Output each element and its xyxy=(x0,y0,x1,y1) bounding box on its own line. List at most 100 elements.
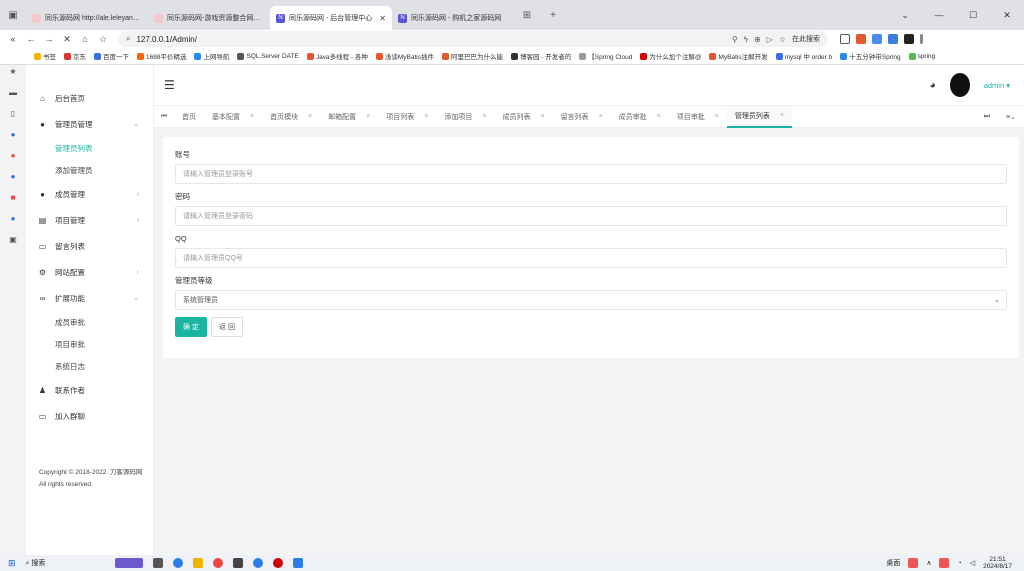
admin-level-select[interactable]: 系统管理员 ⌄ xyxy=(175,290,1007,310)
close-icon[interactable]: × xyxy=(250,113,254,120)
close-tab-icon[interactable]: ✕ xyxy=(379,14,386,23)
sidebar-item-admin-manage[interactable]: ● 管理员管理 ⌄ xyxy=(26,111,153,137)
bookmark-item[interactable]: MyBatis注解开发 xyxy=(709,51,771,61)
sidebar-item-join-group[interactable]: ▭ 加入群聊 xyxy=(26,403,153,429)
app-icon[interactable] xyxy=(273,558,284,568)
theme-icon[interactable]: ◕ xyxy=(930,80,936,91)
sidebar-item-site-config[interactable]: ⚙ 网站配置 › xyxy=(26,259,153,285)
app-icon[interactable] xyxy=(293,558,304,568)
tab-member-list[interactable]: 成员列表 × xyxy=(494,106,552,128)
folder-icon[interactable] xyxy=(193,558,204,568)
app-icon[interactable]: ● xyxy=(11,214,16,223)
extension-icon[interactable] xyxy=(904,34,914,44)
translate-icon[interactable]: ⊕ xyxy=(754,35,761,44)
bookmark-item[interactable]: 阿里巴巴为什么能 xyxy=(441,51,507,61)
sidebar-subitem-system-log[interactable]: 系统日志 xyxy=(26,355,153,377)
windows-start-icon[interactable]: ⊞ xyxy=(8,558,16,569)
location-icon[interactable]: ⚲ xyxy=(732,35,738,44)
avatar[interactable] xyxy=(949,73,970,97)
tab-home-module[interactable]: 首页模块 × xyxy=(262,106,320,128)
close-icon[interactable]: × xyxy=(482,113,486,120)
bookmark-item[interactable]: 为什么加个注解@ xyxy=(640,51,705,61)
tab-basic-config[interactable]: 基本配置 × xyxy=(204,106,262,128)
sidebar-item-members[interactable]: ● 成员管理 › xyxy=(26,181,153,207)
app-icon[interactable]: ● xyxy=(11,151,16,160)
app-icon[interactable]: ▣ xyxy=(9,235,17,244)
tab-grid-icon[interactable]: ⊞ xyxy=(514,0,540,30)
minimize-icon[interactable]: — xyxy=(922,10,956,20)
tabs-scroll-right-icon[interactable]: ⏭ xyxy=(984,113,990,121)
tab-project-list[interactable]: 项目列表 × xyxy=(378,106,436,128)
app-icon[interactable] xyxy=(253,558,264,568)
bookmark-icon[interactable]: ☆ xyxy=(779,35,786,44)
bookmark-item[interactable]: 浅谈MyBatis插件 xyxy=(375,51,438,61)
close-window-icon[interactable]: ✕ xyxy=(990,10,1024,21)
tab-add-project[interactable]: 添加项目 × xyxy=(436,106,494,128)
tray-icon[interactable] xyxy=(908,558,919,568)
tab-home[interactable]: 首页 xyxy=(174,106,204,128)
bookmark-item[interactable]: mysql 中 order b xyxy=(775,51,837,61)
extension-icon[interactable] xyxy=(872,34,882,44)
input-method-icon[interactable] xyxy=(939,558,950,568)
tab-mail-config[interactable]: 邮箱配置 × xyxy=(320,106,378,128)
forward-icon[interactable]: → xyxy=(42,34,56,44)
bookmark-item[interactable]: 京东 xyxy=(64,51,90,61)
app-icon[interactable]: ● xyxy=(11,130,16,139)
tab-message-list[interactable]: 留言列表 × xyxy=(553,106,611,128)
sidebar-item-extensions[interactable]: ∞ 扩展功能 ⌄ xyxy=(26,285,153,311)
maximize-icon[interactable]: ☐ xyxy=(956,10,990,21)
extension-icon[interactable] xyxy=(888,34,898,44)
bookmark-item[interactable]: 博客园 - 开发者的 xyxy=(510,51,575,61)
new-tab-button[interactable]: + xyxy=(540,0,566,30)
user-menu[interactable]: admin ▾ xyxy=(984,81,1010,90)
network-icon[interactable]: ◔ xyxy=(957,560,961,567)
search-engine-label[interactable]: 在此搜索 xyxy=(792,34,820,44)
clock[interactable]: 21:51 2024/8/17 xyxy=(983,556,1012,570)
bookmark-item[interactable]: 十五分钟带Spring xyxy=(840,51,904,61)
back-icon[interactable]: ← xyxy=(24,34,38,44)
home-icon[interactable]: ⌂ xyxy=(78,34,92,44)
sidebar-subitem-project-approve[interactable]: 项目审批 xyxy=(26,333,153,355)
sidebar-item-home[interactable]: ⌂ 后台首页 xyxy=(26,85,153,111)
tabs-menu-icon[interactable]: ≡⌄ xyxy=(1006,113,1016,121)
extension-icon[interactable] xyxy=(856,34,866,44)
volume-icon[interactable]: ◁ xyxy=(970,559,975,567)
browser-tab-1[interactable]: 同乐源码网 http://ale.leleyangya... xyxy=(26,6,148,30)
bookmark-item[interactable]: 【Spring Cloud xyxy=(579,51,636,61)
password-input[interactable]: 请输入管理员登录密码 xyxy=(175,206,1007,226)
sidebar-subitem-member-approve[interactable]: 成员审批 xyxy=(26,311,153,333)
url-input[interactable]: ⌕ 127.0.0.1/Admin/ ⚲ ϟ ⊕ ▷ ☆ 在此搜索 xyxy=(118,31,828,47)
sidebar-item-projects[interactable]: ▤ 项目管理 › xyxy=(26,207,153,233)
folder-icon[interactable]: ▬ xyxy=(9,88,17,97)
sidebar-subitem-add-admin[interactable]: 添加管理员 xyxy=(26,159,153,181)
sidebar-item-messages[interactable]: ▭ 留言列表 xyxy=(26,233,153,259)
play-icon[interactable]: ▷ xyxy=(767,35,773,44)
stop-icon[interactable]: ✕ xyxy=(60,34,74,45)
collapse-icon[interactable]: ⌄ xyxy=(888,10,922,21)
close-icon[interactable]: × xyxy=(657,113,661,120)
sidebar-item-contact[interactable]: ♟ 联系作者 xyxy=(26,377,153,403)
tabs-scroll-left-icon[interactable]: ⏮ xyxy=(154,113,174,121)
qq-input[interactable]: 请输入管理员QQ号 xyxy=(175,248,1007,268)
menu-toggle-icon[interactable]: ☰ xyxy=(164,78,175,92)
tab-member-approve[interactable]: 成员审批 × xyxy=(611,106,669,128)
sidebar-toggle-icon[interactable]: « xyxy=(6,34,20,44)
close-icon[interactable]: × xyxy=(599,113,603,120)
extension-icon[interactable] xyxy=(840,34,850,44)
account-input[interactable]: 请输入管理员登录账号 xyxy=(175,164,1007,184)
browser-tab-2[interactable]: 同乐源码网-游戏资源整合网站-... xyxy=(148,6,270,30)
close-icon[interactable]: × xyxy=(424,113,428,120)
app-icon[interactable]: ■ xyxy=(11,193,16,202)
favorites-icon[interactable]: ★ xyxy=(9,67,16,76)
close-icon[interactable]: × xyxy=(780,112,784,119)
app-icon[interactable] xyxy=(173,558,184,568)
taskview-icon[interactable] xyxy=(153,558,164,568)
taskbar-search[interactable]: ⌕ 搜索 xyxy=(26,558,46,568)
bookmark-item[interactable]: 百度一下 xyxy=(94,51,133,61)
more-icon[interactable] xyxy=(920,34,923,44)
submit-button[interactable]: 确 定 xyxy=(175,317,207,337)
bookmark-item[interactable]: 上网导航 xyxy=(194,51,233,61)
back-button[interactable]: 返 回 xyxy=(211,317,243,337)
close-icon[interactable]: × xyxy=(540,113,544,120)
app-icon[interactable] xyxy=(233,558,244,568)
